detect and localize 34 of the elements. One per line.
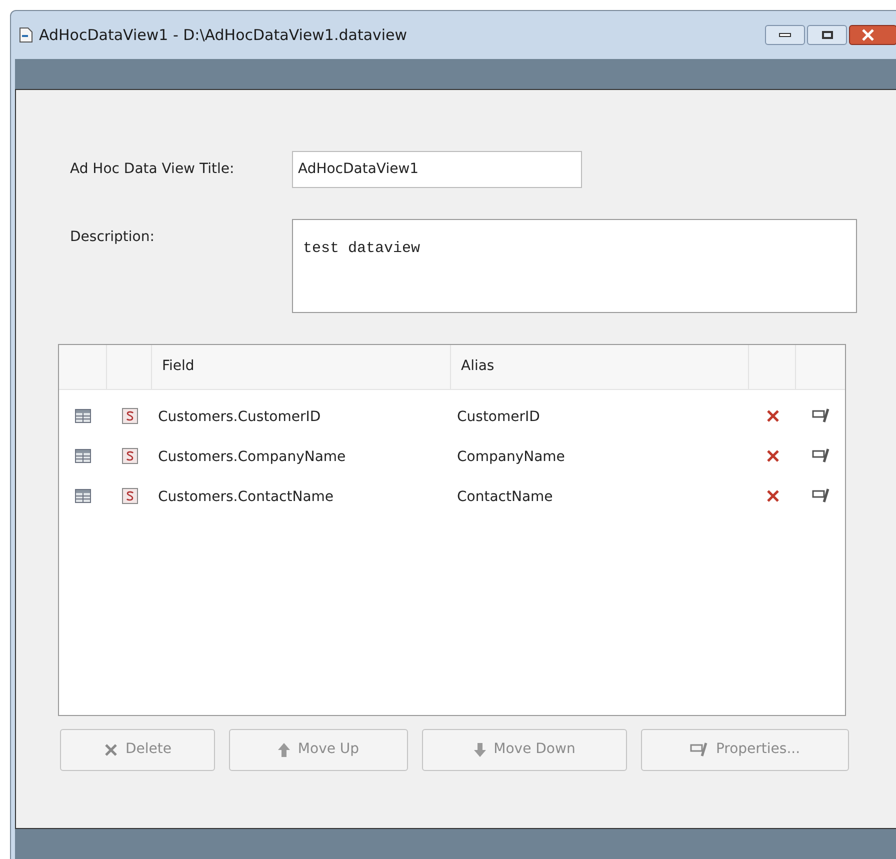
properties-icon	[690, 742, 708, 758]
delete-icon	[766, 488, 780, 503]
table-icon	[75, 408, 91, 423]
down-arrow-icon	[474, 742, 486, 757]
table-icon	[75, 488, 91, 503]
column-header: Alias	[461, 357, 494, 376]
properties-icon	[812, 488, 830, 504]
table-cell: CustomerID	[457, 408, 540, 425]
maximize-button[interactable]	[807, 24, 847, 45]
close-icon	[862, 28, 874, 41]
minimize-button[interactable]	[765, 24, 805, 45]
table-cell: Customers.ContactName	[158, 488, 334, 505]
string-type-icon	[122, 488, 138, 504]
table-cell: ContactName	[457, 488, 553, 505]
string-type-icon	[122, 448, 138, 464]
description-input[interactable]: test dataview	[292, 218, 857, 313]
properties-icon	[812, 448, 830, 464]
string-type-icon	[122, 408, 138, 424]
title-label: Ad Hoc Data View Title:	[70, 160, 236, 179]
table-cell: CompanyName	[457, 448, 565, 465]
window-title: AdHocDataView1 - D:\AdHocDataView1.dataview	[39, 24, 408, 46]
document-icon	[19, 26, 33, 43]
up-arrow-icon	[278, 742, 290, 757]
close-button[interactable]	[849, 24, 896, 45]
table-cell: Customers.CompanyName	[158, 448, 346, 465]
table-cell: Customers.CustomerID	[158, 408, 321, 425]
description-label: Description:	[70, 228, 156, 247]
title-input[interactable]: AdHocDataView1	[292, 150, 582, 188]
close-icon	[104, 742, 118, 757]
delete-icon	[766, 448, 780, 463]
table-icon	[75, 448, 91, 463]
delete-icon	[766, 408, 780, 423]
properties-icon	[812, 408, 830, 424]
column-header: Field	[162, 357, 194, 376]
